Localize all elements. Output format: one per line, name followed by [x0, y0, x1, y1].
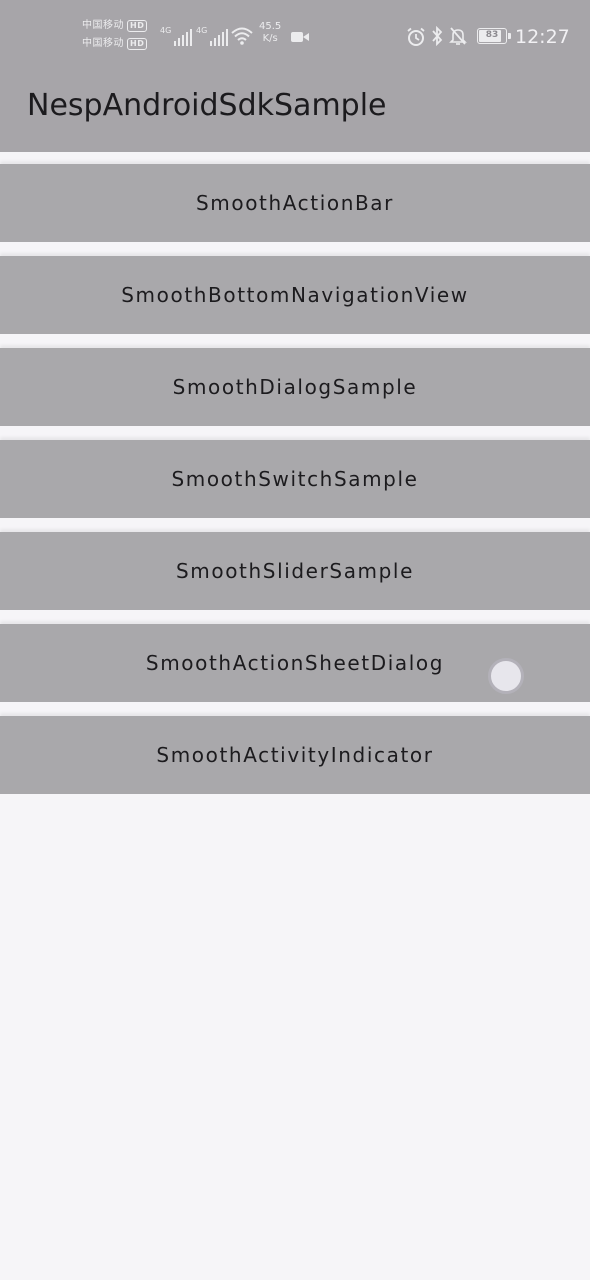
sample-list: SmoothActionBar SmoothBottomNavigationVi… [0, 164, 590, 808]
battery-icon: 83 [477, 28, 511, 44]
bluetooth-icon [432, 26, 443, 46]
smooth-dialog-sample-button[interactable]: SmoothDialogSample [0, 348, 590, 426]
speed-unit: K/s [262, 33, 278, 44]
alarm-icon [407, 27, 425, 46]
header-area: 中国移动 HD 中国移动 HD 4G 4G 45.5 K/s 83 12:27 … [0, 0, 590, 152]
carrier-2-name: 中国移动 [82, 38, 124, 49]
smooth-action-bar-button[interactable]: SmoothActionBar [0, 164, 590, 242]
speed-value: 45.5 [259, 21, 282, 32]
carrier-2: 中国移动 HD [82, 38, 148, 50]
signal-icon: 4G [160, 26, 193, 46]
battery-level: 83 [485, 30, 499, 40]
wifi-icon [231, 27, 253, 45]
app-title: NespAndroidSdkSample [27, 88, 387, 123]
smooth-activity-indicator-button[interactable]: SmoothActivityIndicator [0, 716, 590, 794]
smooth-switch-sample-button[interactable]: SmoothSwitchSample [0, 440, 590, 518]
carrier-1-name: 中国移动 [82, 20, 124, 31]
network-speed: 45.5 K/s [259, 21, 281, 45]
mute-icon [449, 27, 467, 45]
carrier-1: 中国移动 HD [82, 20, 148, 32]
signal-icon: 4G [196, 26, 229, 46]
status-time: 12:27 [515, 26, 570, 48]
network-type-label: 4G [196, 26, 208, 35]
smooth-slider-sample-button[interactable]: SmoothSliderSample [0, 532, 590, 610]
touch-indicator [488, 658, 524, 694]
hd-badge: HD [127, 20, 148, 32]
smooth-bottom-navigation-view-button[interactable]: SmoothBottomNavigationView [0, 256, 590, 334]
status-bar: 中国移动 HD 中国移动 HD 4G 4G 45.5 K/s 83 12:27 [0, 0, 590, 74]
video-icon [291, 32, 309, 42]
network-type-label: 4G [160, 26, 172, 35]
hd-badge: HD [127, 38, 148, 50]
